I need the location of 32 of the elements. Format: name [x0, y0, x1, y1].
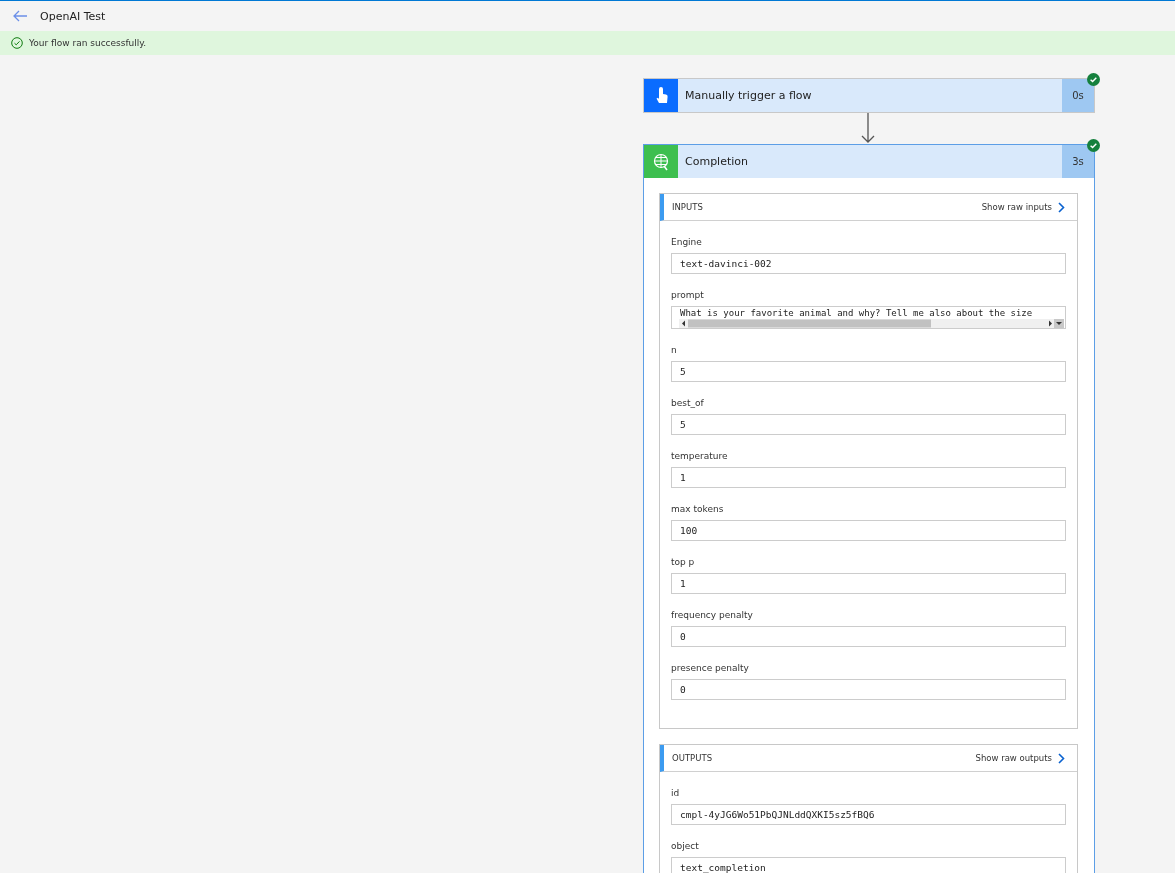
field-label: top p [671, 557, 696, 569]
field-label: frequency penalty [671, 610, 754, 622]
show-raw-link[interactable]: Show raw outputs [975, 752, 1065, 764]
section-title: OUTPUTS [672, 753, 713, 763]
section-title: INPUTS [672, 202, 703, 212]
field-label: presence penalty [671, 663, 750, 675]
field-label: prompt [671, 290, 705, 302]
duration-label: 0s [1062, 79, 1094, 112]
duration-label: 3s [1062, 145, 1094, 178]
banner-message: Your flow ran successfully. [29, 38, 147, 48]
text-field[interactable]: cmpl-4yJG6Wo51PbQJNLddQXKI5sz5fBQ6 [671, 804, 1066, 825]
text-field[interactable]: text-davinci-002 [671, 253, 1066, 274]
step-title[interactable]: Completion [678, 145, 1062, 178]
text-field[interactable]: 100 [671, 520, 1066, 541]
field-label: best_of [671, 398, 705, 410]
field-label: id [671, 788, 681, 800]
field-label: n [671, 345, 678, 357]
text-field[interactable]: 0 [671, 679, 1066, 700]
field-label: temperature [671, 451, 729, 463]
text-field[interactable]: 5 [671, 361, 1066, 382]
field-label: max tokens [671, 504, 725, 516]
text-field[interactable]: What is your favorite animal and why? Tell me also about the size [671, 306, 1066, 329]
text-field[interactable]: 1 [671, 573, 1066, 594]
show-raw-link[interactable]: Show raw inputs [981, 201, 1065, 213]
text-field[interactable]: 0 [671, 626, 1066, 647]
text-field[interactable]: 1 [671, 467, 1066, 488]
field-label: object [671, 841, 700, 853]
text-field[interactable]: text_completion [671, 857, 1066, 873]
field-label: Engine [671, 237, 703, 249]
flow-title: OpenAI Test [40, 9, 106, 23]
step-title[interactable]: Manually trigger a flow [678, 79, 1062, 112]
text-field[interactable]: 5 [671, 414, 1066, 435]
